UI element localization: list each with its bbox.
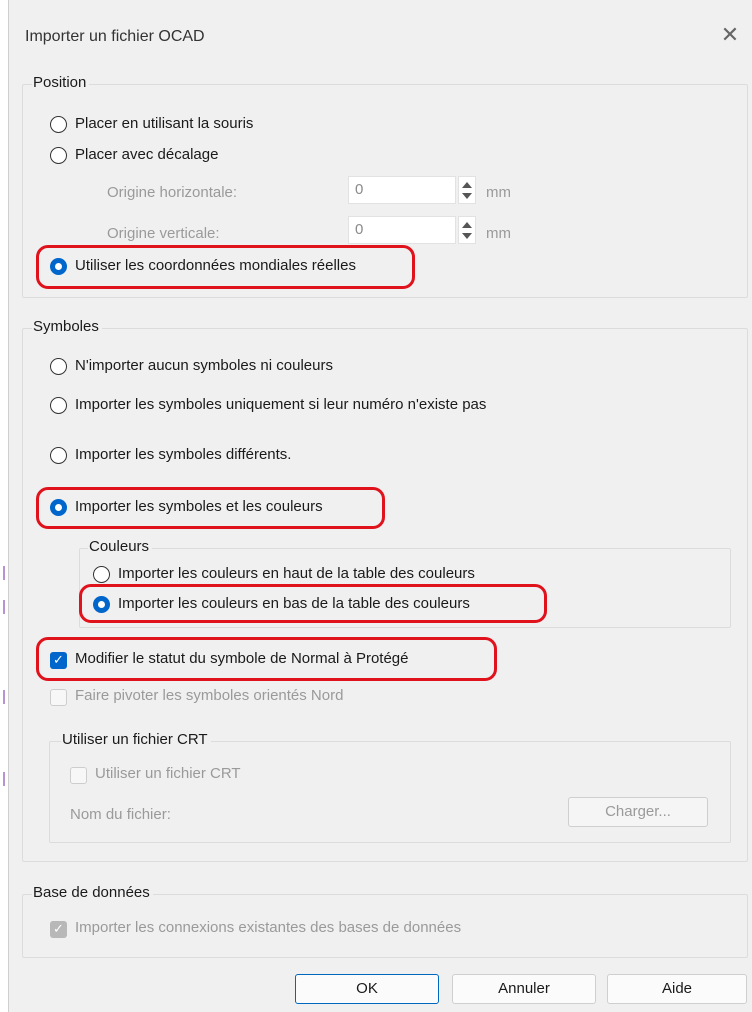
position-legend: Position [32, 74, 90, 91]
ok-button[interactable]: OK [295, 974, 439, 1004]
background-mark [3, 690, 5, 704]
highlight-annotation [79, 584, 547, 623]
radio-place-mouse-label[interactable]: Placer en utilisant la souris [75, 115, 253, 132]
checkbox-rotate-north-label[interactable]: Faire pivoter les symboles orientés Nord [75, 687, 343, 704]
origin-vertical-stepper[interactable] [458, 216, 476, 244]
origin-vertical-label: Origine verticale: [107, 225, 220, 242]
background-mark [3, 600, 5, 614]
highlight-annotation [36, 245, 415, 289]
crt-group [49, 741, 731, 843]
radio-no-symbols[interactable] [50, 358, 67, 375]
crt-legend: Utiliser un fichier CRT [61, 731, 211, 748]
checkbox-import-db-connections[interactable]: ✓ [50, 921, 67, 938]
radio-place-offset-label[interactable]: Placer avec décalage [75, 146, 218, 163]
origin-vertical-unit: mm [486, 225, 511, 242]
checkbox-import-db-connections-label[interactable]: Importer les connexions existantes des b… [75, 919, 461, 936]
background-mark [3, 566, 5, 580]
symboles-legend: Symboles [32, 318, 102, 335]
radio-symbols-if-missing[interactable] [50, 397, 67, 414]
load-crt-button[interactable]: Charger... [568, 797, 708, 827]
radio-symbols-if-missing-label[interactable]: Importer les symboles uniquement si leur… [75, 396, 486, 413]
dialog-title: Importer un fichier OCAD [25, 28, 205, 45]
radio-different-symbols-label[interactable]: Importer les symboles différents. [75, 446, 291, 463]
origin-horizontal-label: Origine horizontale: [107, 184, 238, 201]
checkbox-use-crt-label[interactable]: Utiliser un fichier CRT [95, 765, 241, 782]
background-mark [3, 772, 5, 786]
origin-vertical-input[interactable]: 0 [348, 216, 456, 244]
title-bar[interactable]: Importer un fichier OCAD ✕ [9, 0, 752, 72]
background-edge [0, 0, 8, 1012]
cancel-button[interactable]: Annuler [452, 974, 596, 1004]
database-legend: Base de données [32, 884, 153, 901]
checkbox-use-crt[interactable] [70, 767, 87, 784]
radio-colors-top[interactable] [93, 566, 110, 583]
radio-no-symbols-label[interactable]: N'importer aucun symboles ni couleurs [75, 357, 333, 374]
radio-place-mouse[interactable] [50, 116, 67, 133]
radio-colors-top-label[interactable]: Importer les couleurs en haut de la tabl… [118, 565, 475, 582]
highlight-annotation [36, 637, 497, 681]
origin-horizontal-unit: mm [486, 184, 511, 201]
checkbox-rotate-north[interactable] [50, 689, 67, 706]
import-ocad-dialog: Importer un fichier OCAD ✕ Position Plac… [8, 0, 752, 1012]
close-icon[interactable]: ✕ [717, 22, 743, 48]
couleurs-legend: Couleurs [88, 538, 153, 555]
origin-horizontal-stepper[interactable] [458, 176, 476, 204]
highlight-annotation [36, 487, 385, 529]
crt-filename-label: Nom du fichier: [70, 806, 171, 823]
radio-place-offset[interactable] [50, 147, 67, 164]
radio-different-symbols[interactable] [50, 447, 67, 464]
origin-horizontal-input[interactable]: 0 [348, 176, 456, 204]
help-button[interactable]: Aide [607, 974, 747, 1004]
